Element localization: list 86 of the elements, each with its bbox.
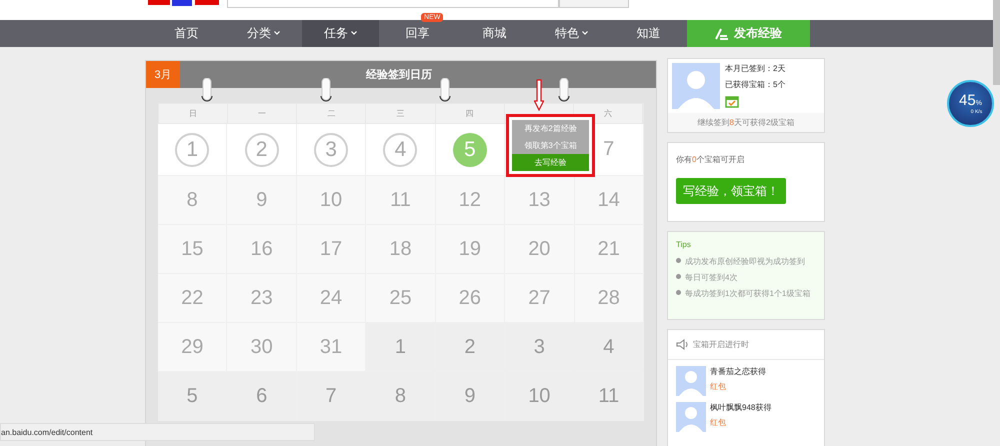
day-number: 26 xyxy=(458,286,482,310)
popup-text: 再发布2篇经验 xyxy=(512,120,590,137)
day-number: 9 xyxy=(464,384,476,408)
day-number: 25 xyxy=(389,286,412,310)
nav-tab[interactable]: 回享 xyxy=(379,20,456,47)
search-field[interactable] xyxy=(227,0,559,8)
signed-day: 1 xyxy=(175,132,210,166)
bullet-icon xyxy=(676,274,681,279)
day-number: 14 xyxy=(598,188,620,212)
avatar-icon xyxy=(672,63,720,109)
month-tag: 3月 xyxy=(146,61,180,88)
signed-day: 3 xyxy=(314,132,348,166)
weekday-label: 四 xyxy=(466,108,474,119)
calendar-check-icon xyxy=(725,95,739,108)
day-number: 13 xyxy=(528,188,550,212)
bullet-icon xyxy=(676,290,681,295)
day-number: 10 xyxy=(528,384,550,408)
progress-hint: 继续签到8天可获得2级宝箱 xyxy=(668,113,824,132)
user-name: 枫叶飘飘948获得 xyxy=(710,402,772,413)
day-number: 18 xyxy=(389,238,412,260)
signed-day: 2 xyxy=(244,132,279,166)
day-number: 1 xyxy=(394,336,406,358)
speaker-icon xyxy=(676,339,689,350)
day-number: 11 xyxy=(390,188,411,212)
tip-text: 成功发布原创经验即视为成功签到 xyxy=(685,256,805,267)
day-number: 5 xyxy=(186,384,198,408)
speed-percent: 45 xyxy=(959,92,976,109)
day-number: 22 xyxy=(181,286,204,310)
signed-count: 本月已签到：2天 xyxy=(725,63,786,74)
day-number: 2 xyxy=(464,336,476,358)
day-number: 29 xyxy=(181,336,204,358)
day-number: 15 xyxy=(181,238,204,260)
box-hint: 你有0个宝箱可开启 xyxy=(676,154,746,165)
day-number: 17 xyxy=(320,238,342,260)
day-number: 7 xyxy=(325,384,337,408)
day-number: 20 xyxy=(528,238,550,260)
down-arrow-icon xyxy=(534,79,544,111)
day-number: 8 xyxy=(186,188,198,212)
nav-tab[interactable]: 分类 xyxy=(225,20,302,47)
day-number: 23 xyxy=(250,286,273,310)
prize-label: 红包 xyxy=(710,381,727,392)
nav-tab[interactable]: 商城 xyxy=(456,20,533,47)
day-number: 4 xyxy=(603,336,614,358)
day-number: 21 xyxy=(598,238,620,260)
nav-tab[interactable]: 任务 xyxy=(302,20,379,47)
nav-tab[interactable]: 知道 xyxy=(610,20,687,47)
signed-day: 4 xyxy=(383,132,418,166)
box-count: 已获得宝箱：5个 xyxy=(725,79,786,90)
popup-text: 领取第3个宝箱 xyxy=(512,137,590,154)
nav-tab[interactable]: 特色 xyxy=(533,20,610,47)
day-number: 6 xyxy=(256,384,268,408)
search-button[interactable] xyxy=(559,0,629,8)
weekday-label: 三 xyxy=(396,108,404,119)
prize-label: 红包 xyxy=(710,417,727,428)
weekday-label: 二 xyxy=(327,108,336,119)
pen-icon xyxy=(715,28,729,40)
weekday-label: 六 xyxy=(604,108,612,119)
day-number: 30 xyxy=(250,336,273,358)
weekday-label: 日 xyxy=(189,108,198,119)
status-url: an.baidu.com/edit/content xyxy=(0,423,315,441)
day-number: 11 xyxy=(598,384,620,408)
tip-text: 每成功签到1次都可获得1个1级宝箱 xyxy=(685,288,810,299)
avatar-icon xyxy=(676,402,706,432)
day-number: 10 xyxy=(320,188,342,212)
bullet-icon xyxy=(676,258,681,263)
day-number: 27 xyxy=(528,286,550,310)
weekday-label: 一 xyxy=(258,108,266,119)
day-number: 28 xyxy=(598,286,620,310)
write-button[interactable]: 去写经验 xyxy=(512,154,590,171)
user-name: 青番茄之恋获得 xyxy=(710,366,766,377)
day-number: 16 xyxy=(250,238,273,260)
avatar-icon xyxy=(676,366,706,396)
day-number: 31 xyxy=(320,336,342,358)
tips-title: Tips xyxy=(676,240,692,249)
nav-tab[interactable]: 首页 xyxy=(148,20,225,47)
day-number: 3 xyxy=(534,336,545,358)
day-number: 7 xyxy=(603,138,614,161)
scrollbar-thumb[interactable] xyxy=(993,0,1000,85)
feed-title: 宝箱开启进行时 xyxy=(693,339,749,350)
tip-text: 每日可签到4次 xyxy=(685,272,738,283)
day-number: 24 xyxy=(320,286,342,310)
day-number: 19 xyxy=(458,238,482,260)
day-number: 12 xyxy=(458,188,482,212)
day-number: 9 xyxy=(256,188,268,212)
calendar-title: 经验签到日历 xyxy=(366,68,432,82)
day-number: 8 xyxy=(394,384,406,408)
